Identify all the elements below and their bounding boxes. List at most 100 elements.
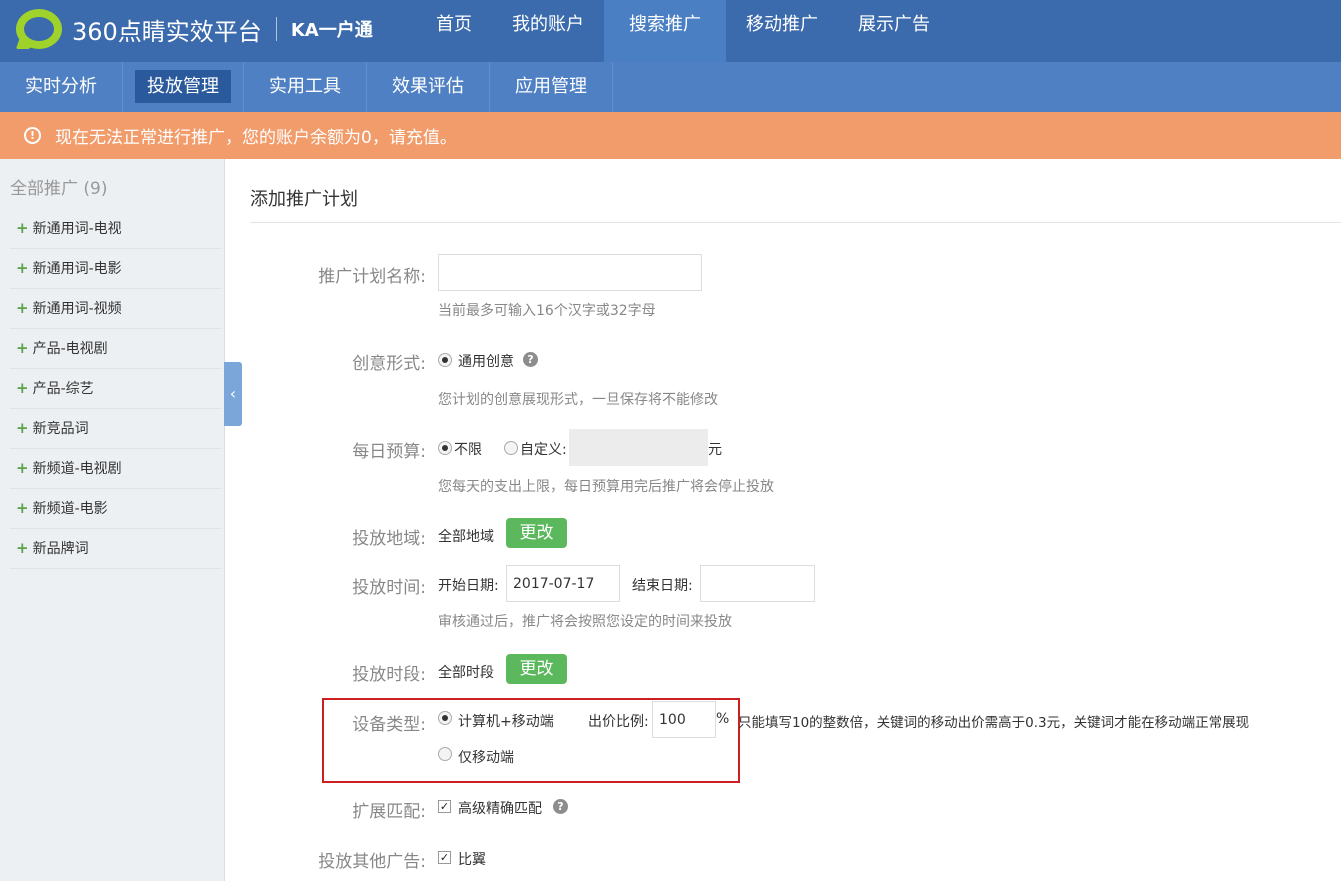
subnav-tools[interactable]: 实用工具 xyxy=(244,62,367,112)
other-ads-label: 投放其他广告: xyxy=(318,852,426,872)
list-item[interactable]: + 新通用词-电视 xyxy=(10,209,221,249)
balance-alert: ! 现在无法正常进行推广，您的账户余额为0，请充值。 xyxy=(0,112,1341,159)
list-item[interactable]: + 新品牌词 xyxy=(10,529,221,569)
topnav-my-account[interactable]: 我的账户 xyxy=(492,0,604,62)
brand-name: 360点睛实效平台 xyxy=(72,17,262,46)
question-icon[interactable]: ? xyxy=(553,799,568,814)
device-all-option[interactable]: 计算机+移动端 xyxy=(458,711,554,731)
plus-icon: + xyxy=(16,539,29,557)
topnav-search-promotion[interactable]: 搜索推广 xyxy=(604,0,726,62)
end-date-label: 结束日期: xyxy=(632,578,693,594)
list-item-label: 产品-电视剧 xyxy=(32,341,108,357)
list-item[interactable]: + 新竞品词 xyxy=(10,409,221,449)
sub-nav: 实时分析 投放管理 实用工具 效果评估 应用管理 xyxy=(0,62,1341,112)
budget-unlimited-radio[interactable] xyxy=(438,441,452,455)
plus-icon: + xyxy=(16,219,29,237)
budget-custom-input[interactable] xyxy=(569,429,708,466)
brand-logo[interactable]: 360点睛实效平台 KA一户通 xyxy=(15,3,373,55)
slot-change-button[interactable]: 更改 xyxy=(506,654,567,684)
plus-icon: + xyxy=(16,299,29,317)
sidebar: 全部推广 (9) + 新通用词-电视 + 新通用词-电影 + 新通用词-视频 + 产品-… xyxy=(0,159,225,881)
brand-divider xyxy=(275,17,277,41)
budget-unlimited-option[interactable]: 不限 xyxy=(454,439,482,459)
list-item[interactable]: + 新频道-电影 xyxy=(10,489,221,529)
campaign-list: + 新通用词-电视 + 新通用词-电影 + 新通用词-视频 + 产品-电视剧 + 产品-综… xyxy=(10,209,221,569)
list-item-label: 产品-综艺 xyxy=(32,381,94,397)
device-all-radio[interactable] xyxy=(438,711,452,725)
list-item-label: 新品牌词 xyxy=(32,541,89,557)
product-name: KA一户通 xyxy=(290,20,373,41)
plus-icon: + xyxy=(16,499,29,517)
list-item[interactable]: + 新通用词-电影 xyxy=(10,249,221,289)
match-label: 扩展匹配: xyxy=(352,802,426,822)
plan-name-input[interactable] xyxy=(438,254,702,291)
list-item[interactable]: + 新频道-电视剧 xyxy=(10,449,221,489)
budget-label: 每日预算: xyxy=(352,442,426,462)
slot-label: 投放时段: xyxy=(352,665,426,685)
list-item-label: 新通用词-电视 xyxy=(32,221,122,237)
start-date-label: 开始日期: xyxy=(438,578,499,594)
creative-label: 创意形式: xyxy=(352,354,426,374)
sidebar-title[interactable]: 全部推广 (9) xyxy=(10,174,107,199)
topnav-mobile-promotion[interactable]: 移动推广 xyxy=(726,0,838,62)
top-nav: 首页 我的账户 搜索推广 移动推广 展示广告 xyxy=(416,0,950,62)
match-option[interactable]: 高级精确匹配 xyxy=(458,798,542,818)
list-item[interactable]: + 产品-电视剧 xyxy=(10,329,221,369)
plus-icon: + xyxy=(16,259,29,277)
subnav-realtime-analysis[interactable]: 实时分析 xyxy=(0,62,123,112)
sidebar-collapse-chevron-icon[interactable]: ‹ xyxy=(224,362,242,426)
budget-unit: 元 xyxy=(708,442,722,458)
start-date-input[interactable] xyxy=(506,565,620,602)
creative-general-radio[interactable] xyxy=(438,353,452,367)
list-item[interactable]: + 新通用词-视频 xyxy=(10,289,221,329)
device-label: 设备类型: xyxy=(352,715,426,735)
match-checkbox[interactable]: ✓ xyxy=(438,800,451,813)
bid-ratio-unit: % xyxy=(716,711,730,727)
creative-hint: 您计划的创意展现形式，一旦保存将不能修改 xyxy=(438,392,718,408)
subnav-effect-evaluation[interactable]: 效果评估 xyxy=(367,62,490,112)
bid-ratio-hint: 只能填写10的整数倍，关键词的移动出价需高于0.3元，关键词才能在移动端正常展现 xyxy=(738,715,1250,731)
region-value: 全部地域 xyxy=(438,529,494,545)
time-hint: 审核通过后，推广将会按照您设定的时间来投放 xyxy=(438,614,732,630)
slot-value: 全部时段 xyxy=(438,665,494,681)
bid-ratio-input[interactable] xyxy=(652,701,716,738)
device-mobile-radio[interactable] xyxy=(438,747,452,761)
creative-general-option[interactable]: 通用创意 xyxy=(458,351,514,371)
list-item-label: 新竞品词 xyxy=(32,421,89,437)
list-item-label: 新频道-电视剧 xyxy=(32,461,122,477)
plus-icon: + xyxy=(16,339,29,357)
subnav-delivery-management[interactable]: 投放管理 xyxy=(123,62,244,112)
top-bar: 360点睛实效平台 KA一户通 首页 我的账户 搜索推广 移动推广 展示广告 xyxy=(0,0,1341,62)
topnav-home[interactable]: 首页 xyxy=(416,0,492,62)
title-divider xyxy=(250,222,1341,223)
logo-icon xyxy=(15,9,62,49)
subnav-label: 实时分析 xyxy=(25,76,97,97)
subnav-app-management[interactable]: 应用管理 xyxy=(490,62,613,112)
list-item[interactable]: + 产品-综艺 xyxy=(10,369,221,409)
plus-icon: + xyxy=(16,419,29,437)
topnav-display-ads[interactable]: 展示广告 xyxy=(838,0,950,62)
budget-hint: 您每天的支出上限，每日预算用完后推广将会停止投放 xyxy=(438,479,774,495)
budget-custom-option[interactable]: 自定义: xyxy=(520,439,567,459)
time-label: 投放时间: xyxy=(352,578,426,598)
list-item-label: 新频道-电影 xyxy=(32,501,108,517)
budget-custom-radio[interactable] xyxy=(504,441,518,455)
alert-text: 现在无法正常进行推广，您的账户余额为0，请充值。 xyxy=(55,128,457,148)
page-title: 添加推广计划 xyxy=(250,189,358,210)
other-ads-option[interactable]: 比翼 xyxy=(458,849,486,869)
list-item-label: 新通用词-视频 xyxy=(32,301,122,317)
plan-name-hint: 当前最多可输入16个汉字或32字母 xyxy=(438,303,656,319)
plan-name-label: 推广计划名称: xyxy=(318,267,426,287)
subnav-label: 投放管理 xyxy=(135,70,231,103)
warning-icon: ! xyxy=(24,127,41,144)
subnav-label: 应用管理 xyxy=(515,76,587,97)
region-change-button[interactable]: 更改 xyxy=(506,518,567,548)
question-icon[interactable]: ? xyxy=(523,352,538,367)
device-mobile-option[interactable]: 仅移动端 xyxy=(458,747,514,767)
plus-icon: + xyxy=(16,379,29,397)
subnav-label: 效果评估 xyxy=(392,76,464,97)
plus-icon: + xyxy=(16,459,29,477)
region-label: 投放地域: xyxy=(352,529,426,549)
end-date-input[interactable] xyxy=(700,565,815,602)
other-ads-checkbox[interactable]: ✓ xyxy=(438,851,451,864)
